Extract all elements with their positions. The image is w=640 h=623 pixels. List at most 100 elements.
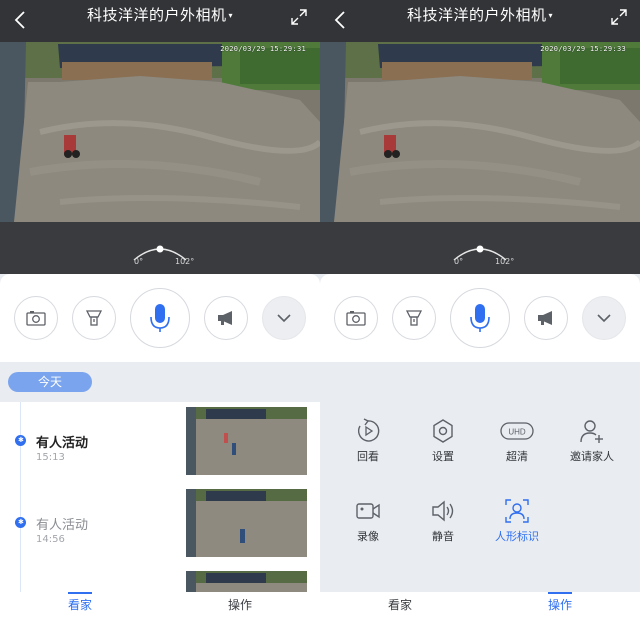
tab-home-watch[interactable]: 看家 bbox=[320, 592, 480, 623]
op-label: 录像 bbox=[357, 530, 379, 543]
uhd-badge: UHD bbox=[508, 428, 526, 437]
caret-down-icon: ▾ bbox=[228, 10, 234, 20]
op-record[interactable]: 录像 bbox=[328, 498, 408, 568]
event-dot-icon: ✱ bbox=[15, 435, 26, 446]
megaphone-icon bbox=[218, 311, 232, 325]
record-icon bbox=[356, 503, 380, 519]
fullscreen-button[interactable] bbox=[290, 8, 308, 26]
tab-operations[interactable]: 操作 bbox=[160, 592, 320, 623]
spotlight-button[interactable] bbox=[392, 296, 436, 340]
bottom-tab-bar: 看家 操作 bbox=[320, 592, 640, 623]
event-title: 有人活动 bbox=[36, 436, 89, 451]
mute-icon bbox=[432, 500, 454, 522]
tab-label: 操作 bbox=[547, 598, 572, 612]
top-bar: 科技洋洋的户外相机 ▾ bbox=[0, 0, 320, 42]
camera-scene bbox=[320, 42, 640, 222]
live-video[interactable]: 2020/03/29 15:29:31 bbox=[0, 42, 320, 222]
speaker-button[interactable] bbox=[524, 296, 568, 340]
human-detection-icon bbox=[505, 499, 529, 523]
talk-button[interactable] bbox=[130, 288, 190, 348]
ptz-area[interactable]: 0° 102° bbox=[0, 222, 320, 274]
camera-name-dropdown[interactable]: 科技洋洋的户外相机 ▾ bbox=[0, 4, 320, 27]
tab-home-watch[interactable]: 看家 bbox=[0, 592, 160, 623]
control-bar bbox=[0, 274, 320, 362]
op-label: 静音 bbox=[432, 530, 454, 543]
event-time: 14:56 bbox=[36, 534, 65, 545]
snapshot-button[interactable] bbox=[14, 296, 58, 340]
expand-icon bbox=[611, 9, 627, 25]
more-controls-button[interactable] bbox=[262, 296, 306, 340]
flashlight-icon bbox=[405, 310, 423, 326]
op-playback[interactable]: 回看 bbox=[328, 418, 408, 488]
event-thumbnail[interactable] bbox=[186, 489, 307, 557]
op-label: 设置 bbox=[432, 450, 454, 463]
fullscreen-button[interactable] bbox=[610, 8, 628, 26]
op-label: 人形标识 bbox=[495, 530, 539, 543]
speaker-button[interactable] bbox=[204, 296, 248, 340]
camera-icon bbox=[26, 311, 46, 326]
event-thumbnail[interactable] bbox=[186, 407, 307, 475]
spotlight-button[interactable] bbox=[72, 296, 116, 340]
dial-max-label: 102° bbox=[175, 257, 195, 266]
operations-grid: 回看 设置 UHD 超清 邀请家人 录像 静音 人形标识 bbox=[320, 362, 640, 592]
caret-down-icon: ▾ bbox=[548, 10, 554, 20]
event-thumbnail[interactable] bbox=[186, 571, 307, 592]
op-label: 邀请家人 bbox=[570, 450, 614, 463]
thumbnail-image bbox=[186, 407, 307, 475]
left-screen: 科技洋洋的户外相机 ▾ 2020/03/29 15:29:31 0° 102° … bbox=[0, 0, 320, 623]
op-uhd[interactable]: UHD 超清 bbox=[477, 418, 557, 488]
bottom-tab-bar: 看家 操作 bbox=[0, 592, 320, 623]
event-list[interactable]: ✱ 有人活动 15:13 ✱ 有人活动 14:56 bbox=[0, 402, 320, 592]
playback-icon bbox=[357, 418, 380, 442]
thumbnail-image bbox=[186, 571, 307, 592]
expand-icon bbox=[291, 9, 307, 25]
microphone-icon bbox=[470, 304, 490, 332]
page-title: 科技洋洋的户外相机 bbox=[86, 6, 227, 24]
event-item[interactable]: ✱ 有人活动 14:56 bbox=[0, 484, 320, 566]
op-settings[interactable]: 设置 bbox=[403, 418, 483, 488]
top-bar: 科技洋洋的户外相机 ▾ bbox=[320, 0, 640, 42]
thumbnail-image bbox=[186, 489, 307, 557]
tab-label: 看家 bbox=[387, 598, 412, 612]
ptz-area[interactable]: 0° 102° bbox=[320, 222, 640, 274]
megaphone-icon bbox=[538, 311, 552, 325]
live-video[interactable]: 2020/03/29 15:29:33 bbox=[320, 42, 640, 222]
tab-operations[interactable]: 操作 bbox=[480, 592, 640, 623]
dial-min-label: 0° bbox=[454, 257, 464, 266]
op-label: 回看 bbox=[357, 450, 379, 463]
event-title: 有人活动 bbox=[36, 518, 89, 533]
tab-label: 操作 bbox=[227, 598, 252, 612]
uhd-icon: UHD bbox=[500, 422, 534, 440]
event-item[interactable] bbox=[0, 566, 320, 592]
tab-label: 看家 bbox=[67, 598, 92, 612]
op-invite-family[interactable]: 邀请家人 bbox=[552, 418, 632, 488]
event-time: 15:13 bbox=[36, 452, 65, 463]
dial-max-label: 102° bbox=[495, 257, 515, 266]
chevron-down-icon bbox=[277, 314, 291, 323]
today-chip[interactable]: 今天 bbox=[8, 372, 92, 392]
video-timestamp: 2020/03/29 15:29:33 bbox=[540, 45, 626, 53]
camera-icon bbox=[346, 311, 366, 326]
dial-min-label: 0° bbox=[134, 257, 144, 266]
video-timestamp: 2020/03/29 15:29:31 bbox=[220, 45, 306, 53]
talk-button[interactable] bbox=[450, 288, 510, 348]
camera-scene bbox=[0, 42, 320, 222]
date-row: 今天 bbox=[0, 362, 320, 402]
invite-family-icon bbox=[580, 420, 603, 443]
chevron-down-icon bbox=[597, 314, 611, 323]
op-human-detection[interactable]: 人形标识 bbox=[477, 498, 557, 568]
more-controls-button[interactable] bbox=[582, 296, 626, 340]
active-tab-indicator bbox=[548, 592, 572, 594]
active-tab-indicator bbox=[68, 592, 92, 594]
op-label: 超清 bbox=[506, 450, 528, 463]
right-screen: 科技洋洋的户外相机 ▾ 2020/03/29 15:29:33 0° 102° … bbox=[320, 0, 640, 623]
snapshot-button[interactable] bbox=[334, 296, 378, 340]
control-bar bbox=[320, 274, 640, 362]
settings-icon bbox=[433, 419, 453, 443]
camera-name-dropdown[interactable]: 科技洋洋的户外相机 ▾ bbox=[320, 4, 640, 27]
microphone-icon bbox=[150, 304, 170, 332]
flashlight-icon bbox=[85, 310, 103, 326]
op-mute[interactable]: 静音 bbox=[403, 498, 483, 568]
event-item[interactable]: ✱ 有人活动 15:13 bbox=[0, 402, 320, 484]
event-dot-icon: ✱ bbox=[15, 517, 26, 528]
